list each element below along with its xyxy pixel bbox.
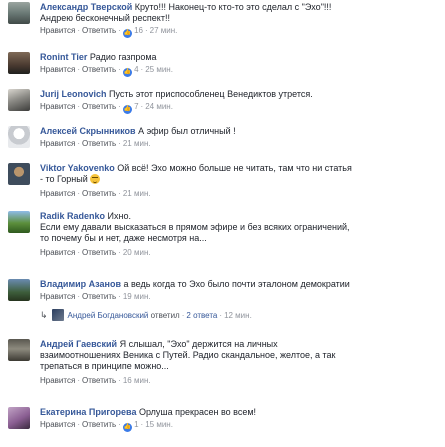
reply-button[interactable]: Ответить [82, 420, 116, 429]
reply-button[interactable]: Ответить [82, 248, 116, 257]
reply-button[interactable]: Ответить [82, 102, 116, 111]
avatar[interactable] [8, 2, 30, 24]
avatar[interactable] [8, 163, 30, 185]
reaction-count[interactable]: 4 [134, 65, 138, 74]
reply-button[interactable]: Ответить [82, 376, 116, 385]
comment-time[interactable]: 20 мин. [123, 248, 151, 257]
comment-text: - то Горный [40, 174, 88, 184]
avatar[interactable] [8, 211, 30, 233]
like-button[interactable]: Нравится [40, 189, 75, 198]
reaction-count[interactable]: 16 [134, 26, 143, 35]
reaction-count[interactable]: 1 [134, 420, 138, 429]
view-replies-link[interactable]: ↳ Андрей Богдановский ответил · 2 ответа · 12… [40, 309, 252, 322]
like-reaction-icon[interactable]: 👍 [122, 423, 132, 432]
comment-author[interactable]: Александр Тверской [40, 2, 132, 12]
avatar[interactable] [8, 339, 30, 361]
comment-text: взаимоотношениях Веника с Путей. Радио с… [40, 350, 336, 360]
like-button[interactable]: Нравится [40, 292, 75, 301]
like-button[interactable]: Нравится [40, 65, 75, 74]
comment-text: Ихно. [107, 211, 131, 221]
avatar[interactable] [8, 52, 30, 74]
comment-author[interactable]: Ronint Tier [40, 52, 87, 62]
comment-author[interactable]: Алексей Скрынников [40, 126, 136, 136]
reply-avatar [51, 309, 64, 321]
comment-author[interactable]: Андрей Гаевский [40, 339, 117, 349]
like-button[interactable]: Нравится [40, 102, 75, 111]
comment-time[interactable]: 24 мин. [145, 102, 173, 111]
comment-text: Радио газпрома [89, 52, 157, 62]
like-button[interactable]: Нравится [40, 139, 75, 148]
comment-time[interactable]: 15 мин. [145, 420, 173, 429]
like-button[interactable]: Нравится [40, 420, 75, 429]
avatar[interactable] [8, 126, 30, 148]
comment-time[interactable]: 21 мин. [123, 189, 151, 198]
reply-count[interactable]: 2 ответа [186, 311, 217, 320]
comment-time[interactable]: 19 мин. [123, 292, 151, 301]
comment-text: Пусть этот приспособленец Венедиктов утр… [109, 89, 313, 99]
like-reaction-icon[interactable]: 👍 [122, 105, 132, 114]
comment-text: А эфир был отличный ! [138, 126, 236, 136]
comment-text: то почему бы и нет, даже несмотря на... [40, 233, 207, 243]
smile-emoji-icon [90, 174, 101, 184]
comment-author[interactable]: Radik Radenko [40, 211, 105, 221]
reply-arrow-icon: ↳ [40, 310, 48, 320]
like-button[interactable]: Нравится [40, 376, 75, 385]
reply-time: 12 мин. [224, 311, 252, 320]
comment-text: Если ему давали высказаться в прямом эфи… [40, 222, 350, 232]
reply-button[interactable]: Ответить [82, 292, 116, 301]
comment-author[interactable]: Jurij Leonovich [40, 89, 107, 99]
comment-text: Круто!!! Наконец-то кто-то это сделал с … [134, 2, 332, 12]
comment-time[interactable]: 27 мин. [150, 26, 178, 35]
reaction-count[interactable]: 7 [134, 102, 138, 111]
comment-text: а ведь когда то Эхо было почти эталоном … [123, 279, 350, 289]
comment-time[interactable]: 21 мин. [123, 139, 151, 148]
comment-author[interactable]: Екатерина Пригорева [40, 407, 136, 417]
reply-button[interactable]: Ответить [82, 26, 116, 35]
comment-text: Орлуша прекрасен во всем! [138, 407, 257, 417]
comment-time[interactable]: 25 мин. [145, 65, 173, 74]
like-reaction-icon[interactable]: 👍 [122, 68, 132, 77]
avatar[interactable] [8, 279, 30, 301]
comment-time[interactable]: 16 мин. [123, 376, 151, 385]
comment-text: Ой всё! Эхо можно больше не читать, там … [117, 163, 352, 173]
reply-button[interactable]: Ответить [82, 139, 116, 148]
avatar[interactable] [8, 89, 30, 111]
reply-button[interactable]: Ответить [82, 189, 116, 198]
comment-author[interactable]: Viktor Yakovenko [40, 163, 115, 173]
avatar[interactable] [8, 407, 30, 429]
like-button[interactable]: Нравится [40, 26, 75, 35]
comment-author[interactable]: Владимир Азанов [40, 279, 121, 289]
comment-text: Андрею бесконечный респект!! [40, 13, 170, 23]
reply-author[interactable]: Андрей Богдановский [68, 311, 149, 320]
like-reaction-icon[interactable]: 👍 [122, 29, 132, 38]
reply-button[interactable]: Ответить [82, 65, 116, 74]
comment-text: трепаться в принципе можно... [40, 361, 169, 371]
like-button[interactable]: Нравится [40, 248, 75, 257]
comment-text: Я слышал, "Эхо" держится на личных [119, 339, 278, 349]
